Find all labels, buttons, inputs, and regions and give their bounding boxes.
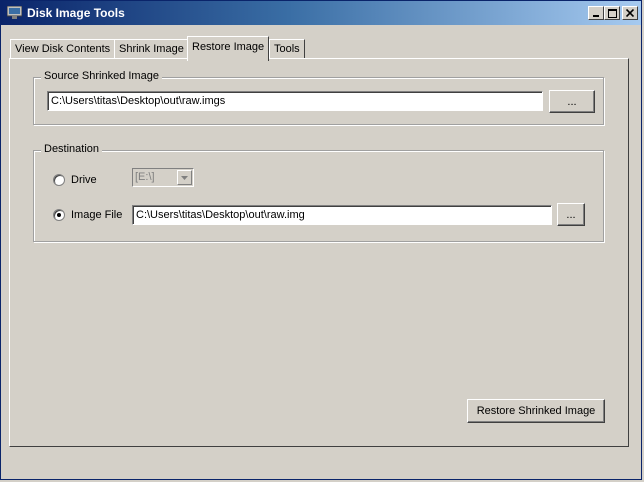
- tab-view-disk-contents[interactable]: View Disk Contents: [10, 39, 116, 59]
- image-file-label: Image File: [71, 209, 123, 221]
- drive-select-value: [E:\]: [135, 171, 155, 183]
- source-browse-button[interactable]: ...: [549, 90, 595, 113]
- drive-select[interactable]: [E:\]: [132, 168, 194, 187]
- image-file-path-input[interactable]: C:\Users\titas\Desktop\out\raw.img: [132, 205, 552, 225]
- tab-label: Tools: [274, 43, 300, 55]
- destination-group: Destination Drive [E:\] Image File C:\Us…: [33, 143, 604, 242]
- source-group: Source Shrinked Image C:\Users\titas\Des…: [33, 70, 604, 125]
- drive-label: Drive: [71, 174, 97, 186]
- tab-label: Shrink Image: [119, 43, 184, 55]
- image-file-browse-button[interactable]: ...: [557, 203, 585, 226]
- window-title: Disk Image Tools: [27, 6, 125, 20]
- close-icon: [626, 9, 634, 17]
- destination-group-legend: Destination: [41, 143, 103, 155]
- disk-tools-icon: [6, 5, 23, 19]
- minimize-icon: [593, 15, 599, 17]
- title-bar[interactable]: Disk Image Tools: [1, 1, 641, 25]
- maximize-icon: [607, 8, 617, 18]
- chevron-down-icon: [177, 170, 192, 185]
- drive-radio[interactable]: [53, 174, 65, 186]
- restore-image-panel: Source Shrinked Image C:\Users\titas\Des…: [9, 58, 629, 447]
- image-file-radio[interactable]: [53, 209, 65, 221]
- source-path-input[interactable]: C:\Users\titas\Desktop\out\raw.imgs: [47, 91, 543, 111]
- minimize-button[interactable]: [588, 6, 604, 20]
- tab-shrink-image[interactable]: Shrink Image: [114, 39, 189, 59]
- app-window: Disk Image Tools View Disk Contents Shri…: [0, 0, 642, 480]
- radio-checked-dot: [57, 213, 61, 217]
- tab-tools[interactable]: Tools: [269, 39, 305, 59]
- tab-label: View Disk Contents: [15, 43, 111, 55]
- close-button[interactable]: [622, 6, 638, 20]
- maximize-button[interactable]: [604, 6, 620, 20]
- source-group-legend: Source Shrinked Image: [41, 70, 162, 82]
- tab-label: Restore Image: [192, 41, 265, 53]
- tab-restore-image[interactable]: Restore Image: [187, 36, 270, 61]
- restore-button[interactable]: Restore Shrinked Image: [467, 399, 605, 423]
